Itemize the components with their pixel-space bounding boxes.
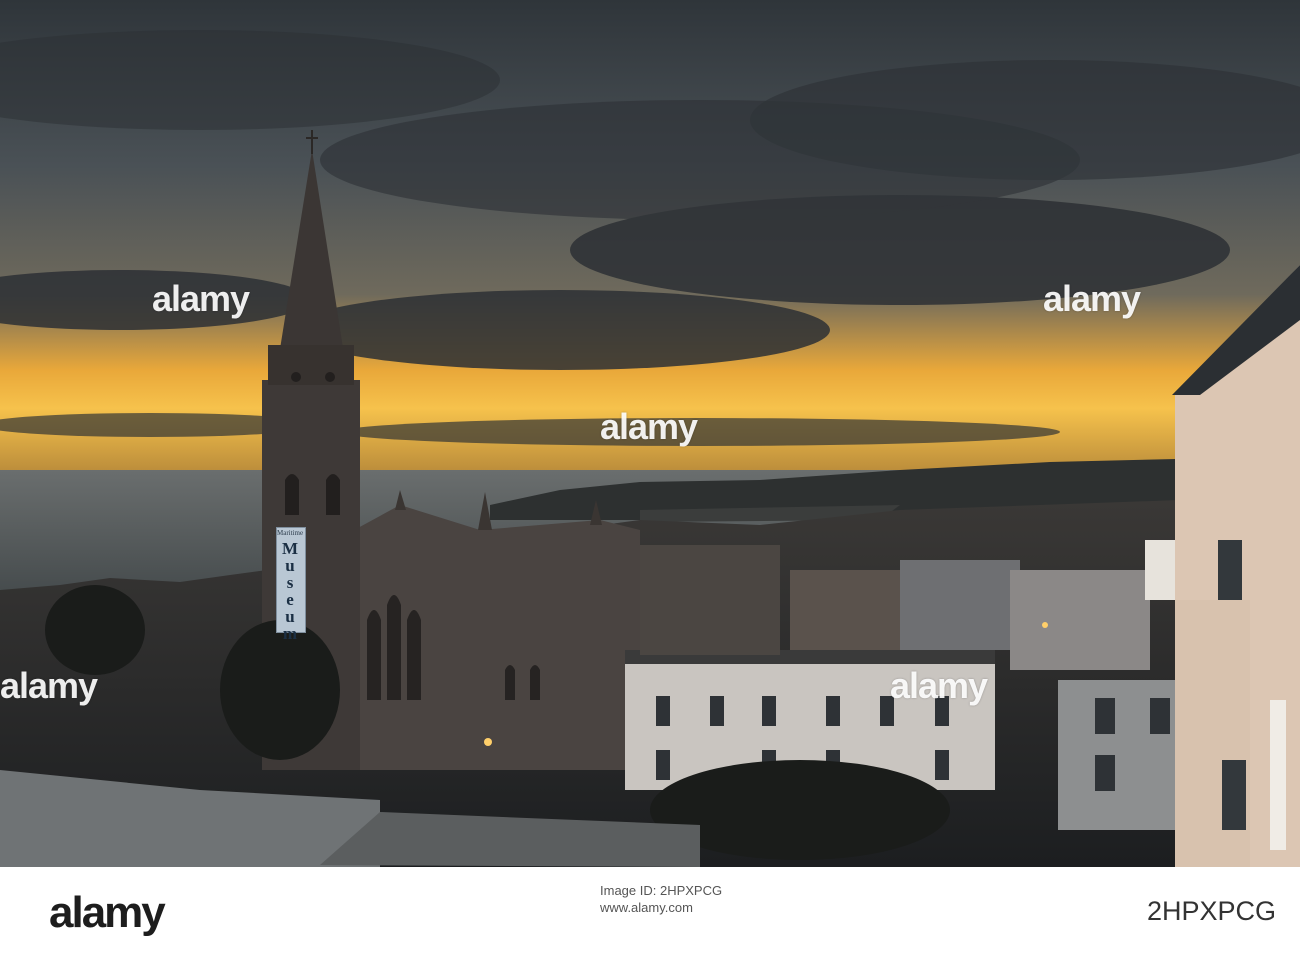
watermark: alamy [152, 278, 250, 319]
image-id: 2HPXPCG [1146, 896, 1276, 926]
window-light [1042, 622, 1048, 628]
street-light [484, 738, 492, 746]
banner-letter: m [282, 624, 298, 643]
church-building [345, 490, 640, 770]
watermark: alamy [0, 665, 98, 706]
banner-letter: s [286, 573, 294, 592]
banner-letter: u [285, 556, 295, 575]
image-meta: Image ID: 2HPXPCG www.alamy.com [600, 882, 930, 916]
banner-letter: u [285, 607, 295, 626]
meta-line: www.alamy.com [600, 900, 693, 915]
museum-banner-text: M u s e u m [278, 540, 302, 642]
meta-line: Image ID: 2HPXPCG [600, 883, 723, 898]
watermark: alamy [600, 406, 698, 447]
banner-letter: e [286, 590, 294, 609]
photograph: Maritime M u s e u m alamy alamy alamy a… [0, 0, 1300, 867]
brand-logo: alamy [49, 888, 166, 937]
watermark: alamy [1043, 278, 1141, 319]
watermark: alamy [890, 665, 988, 706]
banner-letter: M [281, 539, 299, 558]
museum-banner-small-text: Maritime [277, 529, 304, 537]
